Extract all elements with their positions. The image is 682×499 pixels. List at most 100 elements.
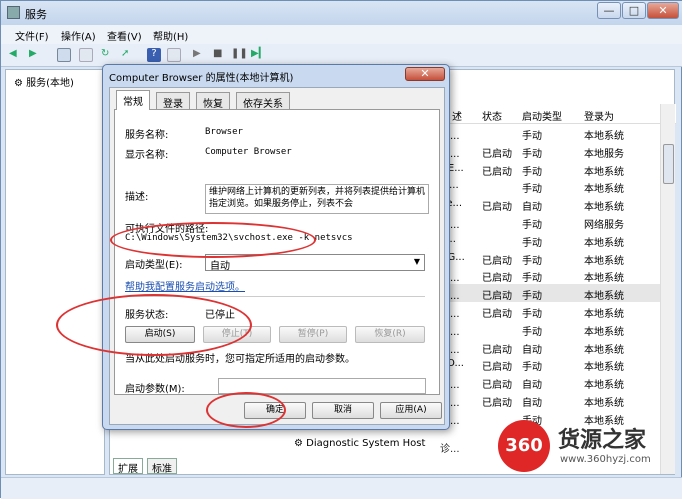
forward-icon[interactable]: ▶ [29,48,43,62]
menu-file[interactable]: 文件(F) [15,28,49,43]
help-configure-link[interactable]: 帮助我配置服务启动选项。 [125,278,245,293]
row-logon: 本地系统 [584,362,624,374]
row-logon: 本地系统 [584,166,624,178]
tab-dependencies[interactable]: 依存关系 [236,92,290,110]
menu-bar: 文件(F) 操作(A) 查看(V) 帮助(H) [1,25,682,44]
watermark-logo: 360 [498,420,550,472]
row-logon: 本地系统 [584,255,624,267]
dialog-body: 常规 登录 恢复 依存关系 服务名称: Browser 显示名称: Comput… [109,87,445,425]
row-logon: 本地系统 [584,131,624,142]
row-startup: 手动 [522,220,542,231]
row-logon: 本地系统 [584,326,624,338]
row-startup: 手动 [522,255,542,267]
row-status: 已启动 [482,202,512,214]
description-label: 描述: [125,192,149,203]
row-logon: 本地服务 [584,148,624,160]
chevron-down-icon: ▼ [413,257,420,266]
menu-view[interactable]: 查看(V) [107,28,142,43]
row-status: 已启动 [482,148,512,160]
display-name-label: 显示名称: [125,150,169,161]
row-startup: 手动 [522,273,542,285]
row-status: 已启动 [482,398,512,409]
row-startup: 自动 [522,202,542,214]
tree-pane: ⚙ 服务(本地) [5,69,105,475]
startup-params-label: 启动参数(M): [125,384,185,395]
row-startup: 手动 [522,148,542,160]
column-desc[interactable]: 述 [452,108,462,123]
services-app-icon [7,6,20,19]
column-status[interactable]: 状态 [482,108,502,123]
row-status: 已启动 [482,291,512,303]
scrollbar-thumb[interactable] [663,144,674,184]
minimize-button[interactable]: — [597,2,621,19]
status-bar [1,477,682,499]
row-startup: 自动 [522,344,542,356]
tree-item-label: 服务(本地) [26,78,74,89]
row-status: 已启动 [482,380,512,392]
row-status: 已启动 [482,166,512,178]
refresh-icon[interactable]: ↻ [101,48,115,62]
dialog-close-button[interactable]: ✕ [405,67,445,81]
row-startup: 手动 [522,131,542,142]
display-name-value: Computer Browser [205,147,292,157]
restart-icon[interactable]: ▶▎ [251,48,266,62]
row-logon: 本地系统 [584,237,624,249]
tab-general[interactable]: 常规 [116,90,150,110]
console-icon[interactable] [167,48,181,62]
row-desc: 诊... [440,444,460,455]
row-status: 已启动 [482,344,512,356]
row-startup: 自动 [522,380,542,392]
play-icon[interactable]: ▶ [193,48,207,62]
tab-extended[interactable]: 扩展 [113,458,143,475]
show-hide-tree-icon[interactable] [57,48,71,62]
back-icon[interactable]: ◀ [9,48,23,62]
tree-item-services-local[interactable]: ⚙ 服务(本地) [14,74,74,89]
startup-type-value: 自动 [210,261,230,272]
row-status: 已启动 [482,255,512,267]
column-logon-as[interactable]: 登录为 [584,108,614,123]
annotation-ellipse-startup [110,222,316,258]
pause-button[interactable]: 暂停(P) [279,326,347,343]
row-logon: 本地系统 [584,344,624,356]
row-status: 已启动 [482,362,512,374]
close-button[interactable]: ✕ [647,2,679,19]
row-startup: 手动 [522,326,542,338]
window-title: 服务 [25,8,47,21]
stop-icon[interactable]: ■ [213,48,227,62]
resume-button[interactable]: 恢复(R) [355,326,425,343]
description-box[interactable]: 维护网络上计算机的更新列表，并将列表提供给计算机指定浏览。如果服务停止，列表不会 [205,184,429,214]
maximize-button[interactable]: □ [622,2,646,19]
properties-view-icon[interactable] [79,48,93,62]
row-startup: 手动 [522,309,542,320]
gear-icon: ⚙ [14,78,23,89]
tab-standard[interactable]: 标准 [147,458,177,475]
startup-type-label: 启动类型(E): [125,260,183,271]
tab-logon[interactable]: 登录 [156,92,190,110]
row-status: 已启动 [482,309,512,320]
help-icon[interactable]: ? [147,48,161,62]
row-logon: 网络服务 [584,220,624,231]
pause-icon[interactable]: ❚❚ [231,48,248,62]
row-startup: 手动 [522,237,542,249]
apply-button[interactable]: 应用(A) [380,402,442,419]
dialog-title: Computer Browser 的属性(本地计算机) [109,73,294,84]
service-name-label: 服务名称: [125,130,169,141]
view-tabs: 扩展 标准 [109,458,309,475]
service-name-value: Browser [205,127,243,137]
cancel-button[interactable]: 取消 [312,402,374,419]
tab-recovery[interactable]: 恢复 [196,92,230,110]
menu-action[interactable]: 操作(A) [61,28,96,43]
row-startup: 手动 [522,166,542,178]
row-startup: 手动 [522,362,542,374]
watermark: 360 货源之家 www.360hyzj.com [498,418,678,474]
row-logon: 本地系统 [584,291,624,303]
title-bar: 服务 — □ ✕ [1,1,682,25]
row-logon: 本地系统 [584,380,624,392]
column-startup-type[interactable]: 启动类型 [522,108,562,123]
menu-help[interactable]: 帮助(H) [153,28,188,43]
row-logon: 本地系统 [584,309,624,320]
row-startup: 手动 [522,184,542,196]
row-status: 已启动 [482,273,512,285]
export-icon[interactable]: ➚ [121,48,135,62]
list-item-diagnostic-system-host[interactable]: ⚙ Diagnostic System Host [294,438,425,449]
